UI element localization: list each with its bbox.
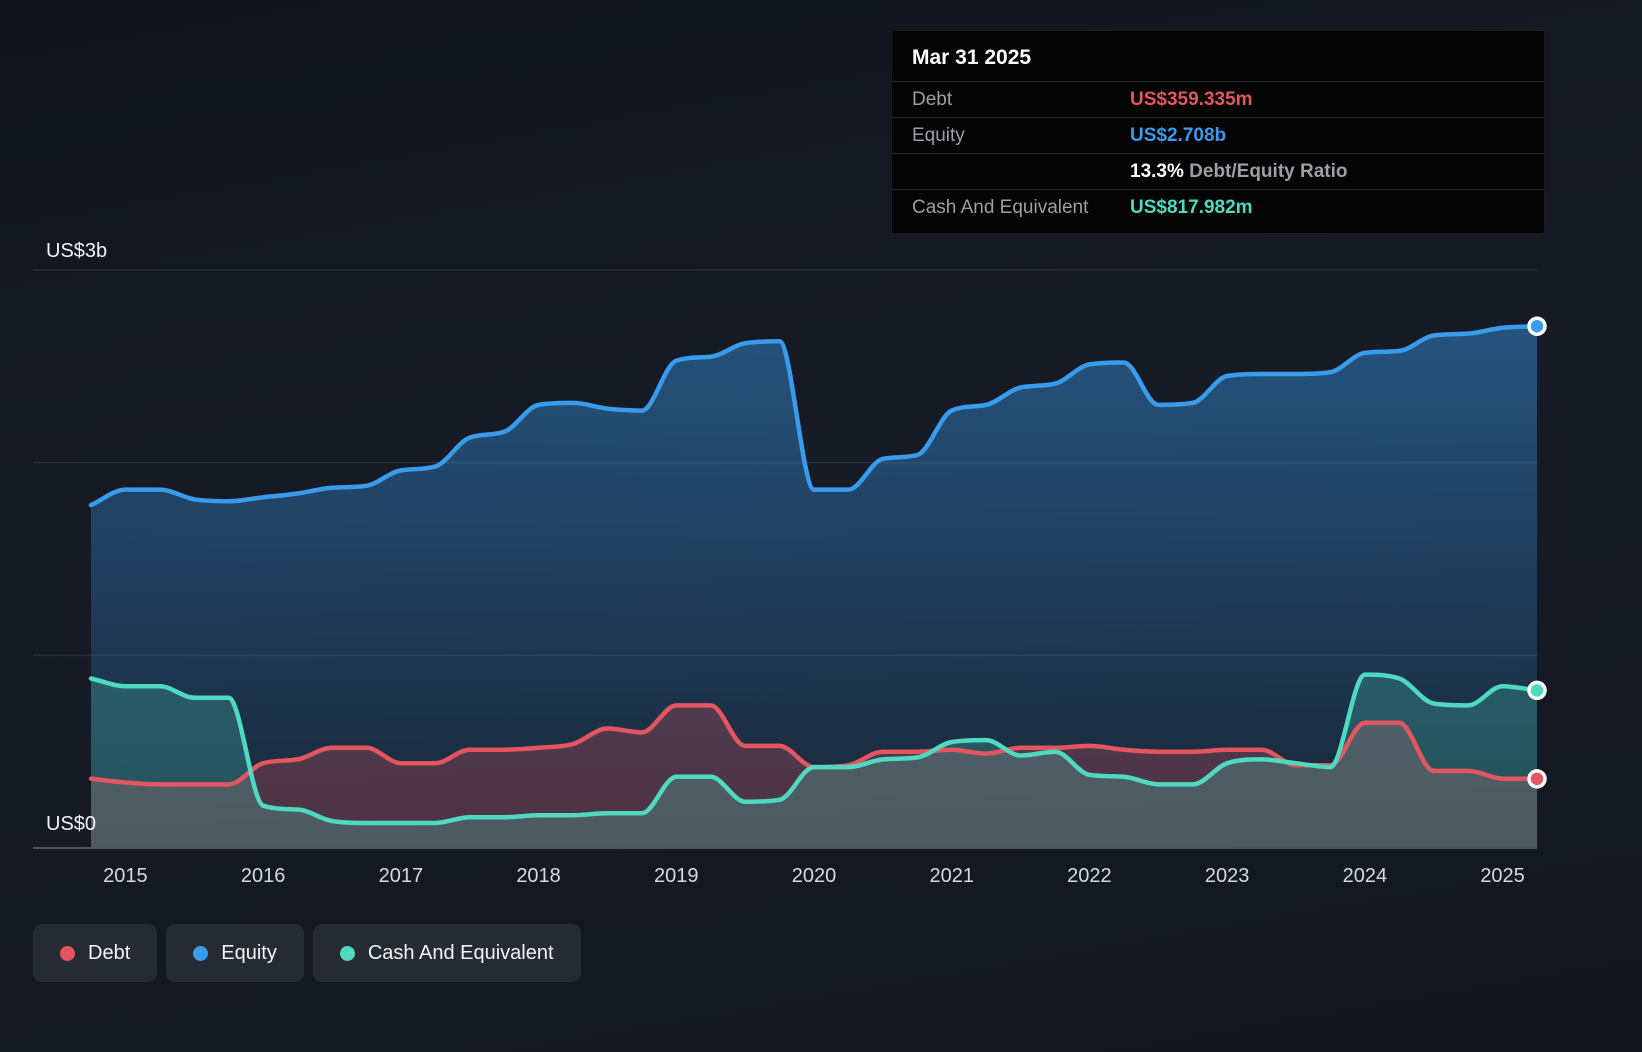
- tooltip-row-cash: Cash And Equivalent US$817.982m: [892, 189, 1544, 225]
- legend-item-debt[interactable]: Debt: [33, 924, 157, 982]
- x-tick-label: 2015: [103, 865, 148, 887]
- x-tick-label: 2021: [929, 865, 974, 887]
- tooltip-row-debt: Debt US$359.335m: [892, 81, 1544, 117]
- x-tick-label: 2025: [1480, 865, 1525, 887]
- tooltip-cash-value: US$817.982m: [1130, 195, 1253, 220]
- tooltip-debt-value: US$359.335m: [1130, 87, 1253, 112]
- debt-endpoint-marker: [1529, 771, 1545, 787]
- tooltip-row-ratio: 13.3% Debt/Equity Ratio: [892, 153, 1544, 189]
- legend-item-cash[interactable]: Cash And Equivalent: [313, 924, 581, 982]
- ratio-label: Debt/Equity Ratio: [1189, 161, 1347, 182]
- debt-series-dot-icon: [60, 946, 75, 961]
- y-axis-label-top: US$3b: [46, 240, 107, 262]
- x-tick-label: 2022: [1067, 865, 1112, 887]
- y-axis-label-bottom: US$0: [46, 813, 96, 835]
- x-tick-label: 2017: [379, 865, 424, 887]
- tooltip-date: Mar 31 2025: [892, 31, 1544, 81]
- chart-legend: Debt Equity Cash And Equivalent: [33, 924, 581, 982]
- x-tick-label: 2020: [792, 865, 837, 887]
- x-tick-label: 2024: [1343, 865, 1388, 887]
- tooltip-cash-label: Cash And Equivalent: [912, 195, 1130, 220]
- x-tick-label: 2023: [1205, 865, 1250, 887]
- cash-series-dot-icon: [340, 946, 355, 961]
- x-tick-label: 2019: [654, 865, 699, 887]
- cash-endpoint-marker: [1529, 682, 1545, 698]
- x-tick-label: 2018: [516, 865, 561, 887]
- tooltip-debt-label: Debt: [912, 87, 1130, 112]
- ratio-percentage: 13.3%: [1130, 161, 1184, 182]
- chart-container: US$3b US$0 2015 2016 2017 2018 2019 2020 2021 202…: [0, 0, 1642, 1052]
- legend-item-equity[interactable]: Equity: [166, 924, 304, 982]
- tooltip-row-equity: Equity US$2.708b: [892, 117, 1544, 153]
- equity-endpoint-marker: [1529, 318, 1545, 334]
- chart-tooltip: Mar 31 2025 Debt US$359.335m Equity US$2…: [891, 30, 1545, 234]
- x-tick-label: 2016: [241, 865, 286, 887]
- legend-cash-label: Cash And Equivalent: [368, 942, 554, 965]
- legend-debt-label: Debt: [88, 942, 130, 965]
- tooltip-ratio-value: 13.3% Debt/Equity Ratio: [1130, 159, 1348, 184]
- tooltip-equity-value: US$2.708b: [1130, 123, 1226, 148]
- legend-equity-label: Equity: [221, 942, 277, 965]
- tooltip-equity-label: Equity: [912, 123, 1130, 148]
- equity-series-dot-icon: [193, 946, 208, 961]
